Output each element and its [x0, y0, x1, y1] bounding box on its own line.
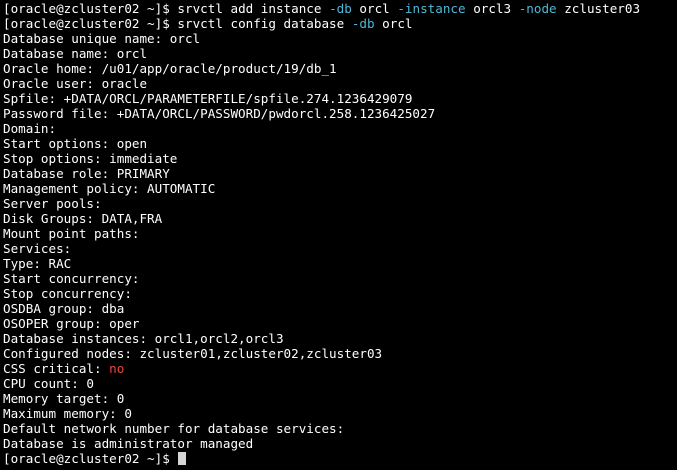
output-line: Database is administrator managed	[3, 436, 254, 451]
output-line: Mount point paths:	[3, 226, 140, 241]
option-flag-instance: -instance	[397, 1, 466, 16]
command-line-current[interactable]: [oracle@zcluster02 ~]$	[3, 451, 677, 466]
command-text: srvctl config database	[177, 16, 345, 31]
output-line: Services:	[3, 241, 72, 256]
output-line: Spfile: +DATA/ORCL/PARAMETERFILE/spfile.…	[3, 91, 413, 106]
output-line: Oracle user: oracle	[3, 76, 148, 91]
output-line: Management policy: AUTOMATIC	[3, 181, 216, 196]
output-line: Type: RAC	[3, 256, 72, 271]
output-line: Maximum memory: 0	[3, 406, 132, 421]
output-line: Domain:	[3, 121, 57, 136]
output-line: Default network number for database serv…	[3, 421, 345, 436]
command-line-add-instance: [oracle@zcluster02 ~]$ srvctl add instan…	[3, 1, 677, 16]
terminal-screen: [oracle@zcluster02 ~]$ srvctl add instan…	[3, 1, 677, 466]
shell-prompt: [oracle@zcluster02 ~]$	[3, 16, 170, 31]
option-value-node: zcluster03	[564, 1, 641, 16]
output-line: Stop concurrency:	[3, 286, 132, 301]
shell-prompt: [oracle@zcluster02 ~]$	[3, 1, 170, 16]
css-critical-value: no	[109, 361, 125, 376]
shell-prompt: [oracle@zcluster02 ~]$	[3, 451, 170, 466]
option-flag-db: -db	[351, 16, 375, 31]
terminal-window[interactable]: [oracle@zcluster02 ~]$ srvctl add instan…	[0, 0, 677, 470]
option-value-instance: orcl3	[473, 1, 512, 16]
output-line-css-critical: CSS critical: no	[3, 361, 677, 376]
output-line: Oracle home: /u01/app/oracle/product/19/…	[3, 61, 337, 76]
output-line: Stop options: immediate	[3, 151, 178, 166]
option-flag-node: -node	[518, 1, 557, 16]
output-line: CPU count: 0	[3, 376, 94, 391]
output-line: OSOPER group: oper	[3, 316, 140, 331]
output-line: OSDBA group: dba	[3, 301, 125, 316]
output-line: Database role: PRIMARY	[3, 166, 170, 181]
output-line: Server pools:	[3, 196, 102, 211]
output-line: Start options: open	[3, 136, 148, 151]
command-text: srvctl add instance	[177, 1, 322, 16]
output-line: Disk Groups: DATA,FRA	[3, 211, 163, 226]
option-flag-db: -db	[329, 1, 352, 16]
command-line-config-database: [oracle@zcluster02 ~]$ srvctl config dat…	[3, 16, 677, 31]
option-value-db: orcl	[382, 16, 413, 31]
option-value-db: orcl	[359, 1, 390, 16]
css-critical-label: CSS critical:	[3, 361, 102, 376]
output-line: Start concurrency:	[3, 271, 140, 286]
text-cursor	[178, 452, 187, 465]
output-line: Memory target: 0	[3, 391, 125, 406]
output-line: Database name: orcl	[3, 46, 148, 61]
output-line: Database instances: orcl1,orcl2,orcl3	[3, 331, 284, 346]
output-line: Database unique name: orcl	[3, 31, 201, 46]
output-line: Password file: +DATA/ORCL/PASSWORD/pwdor…	[3, 106, 436, 121]
output-line: Configured nodes: zcluster01,zcluster02,…	[3, 346, 383, 361]
